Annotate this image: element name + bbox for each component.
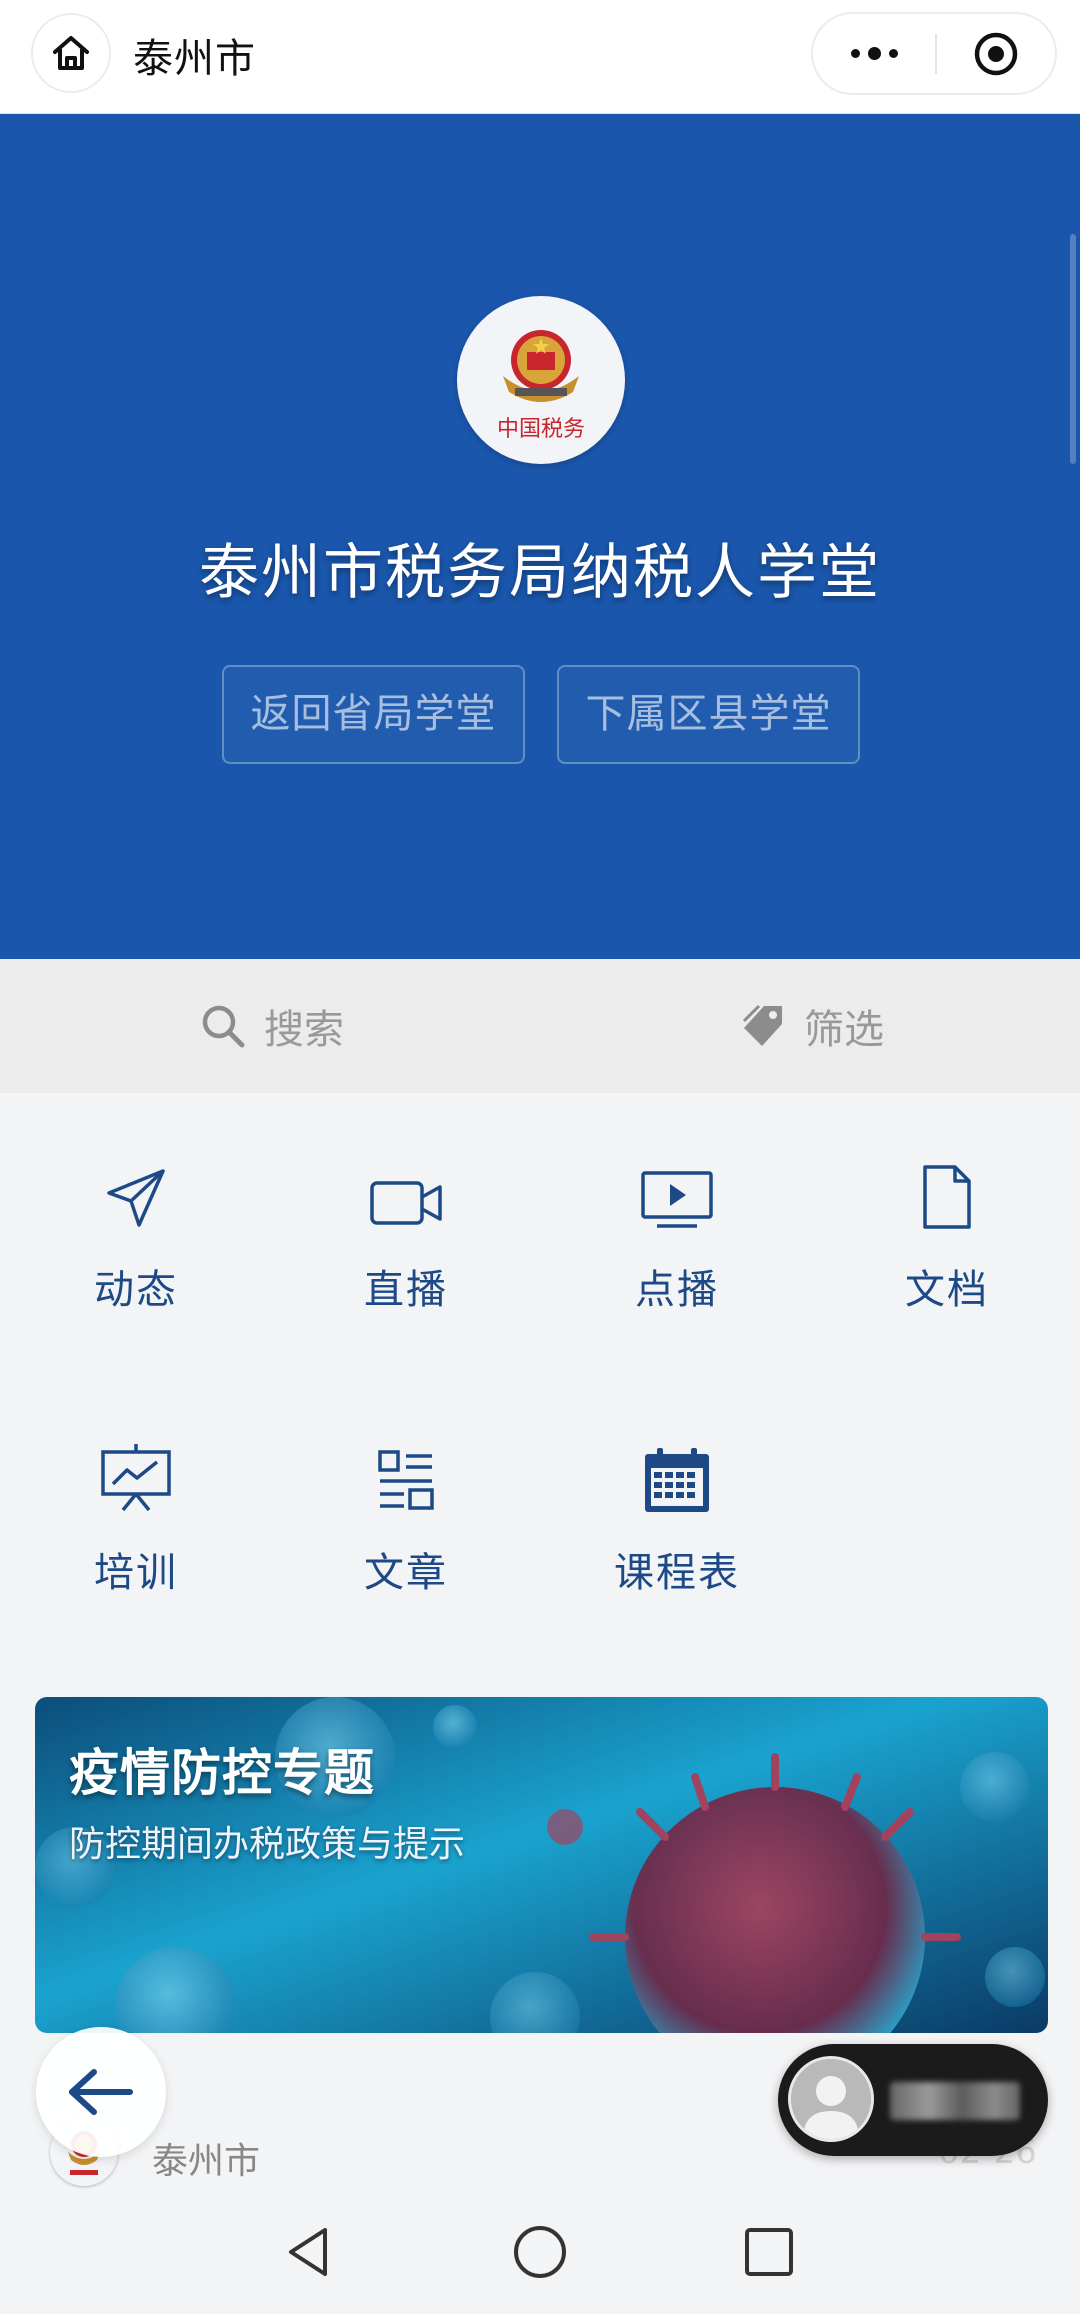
feature-menu: 动态 直播 点播 文档 培训 文章 课程表 [0,1093,1080,1660]
tax-emblem-logo: 中国税务 [457,296,625,464]
svg-text:中国税务: 中国税务 [497,417,585,442]
search-button[interactable]: 搜索 [198,959,344,1093]
target-icon [974,32,1018,75]
circle-home-icon [514,2226,566,2278]
page-title: 泰州市 [133,36,256,82]
document-icon [923,1165,971,1229]
square-recents-icon [745,2228,793,2276]
more-button[interactable] [813,14,935,93]
menu-item-articles[interactable]: 文章 [306,1438,506,1598]
banner-title: 泰州市税务局纳税人学堂 [199,538,881,608]
menu-label: 文档 [905,1267,989,1313]
epidemic-topic-banner[interactable]: 疫情防控专题 防控期间办税政策与提示 [35,1697,1048,2033]
menu-label: 动态 [94,1267,178,1313]
nav-recents-button[interactable] [729,2212,809,2292]
presentation-icon [101,1444,171,1512]
feed-author-name: 泰州市 [152,2141,261,2182]
scrollbar[interactable] [1070,234,1076,464]
top-bar: 泰州市 [0,0,1080,114]
send-icon [107,1169,165,1227]
menu-item-news[interactable]: 动态 [36,1155,236,1315]
menu-label: 培训 [94,1550,178,1596]
menu-item-vod[interactable]: 点播 [577,1155,777,1315]
search-label: 搜索 [264,1007,344,1053]
district-academy-button[interactable]: 下属区县学堂 [557,665,860,764]
user-silhouette-icon [791,2059,871,2139]
more-dots-icon [850,47,898,60]
arrow-left-icon [69,2069,133,2115]
menu-label: 点播 [635,1267,719,1313]
close-program-button[interactable] [937,14,1055,93]
video-camera-icon [370,1181,442,1225]
user-avatar [788,2056,874,2142]
promo-title: 疫情防控专题 [69,1744,375,1802]
filter-label: 筛选 [804,1007,884,1053]
triangle-back-icon [289,2228,327,2276]
menu-label: 文章 [364,1550,448,1596]
menu-item-training[interactable]: 培训 [36,1438,236,1598]
menu-label: 直播 [364,1267,448,1313]
menu-item-live[interactable]: 直播 [306,1155,506,1315]
user-profile-pill[interactable] [778,2044,1048,2156]
nav-back-button[interactable] [269,2212,349,2292]
floating-back-button[interactable] [36,2027,166,2157]
calendar-icon [645,1448,709,1512]
menu-item-schedule[interactable]: 课程表 [577,1438,777,1598]
menu-item-docs[interactable]: 文档 [847,1155,1047,1315]
home-button[interactable] [31,13,111,93]
filter-button[interactable]: 筛选 [740,959,884,1093]
search-icon [202,1005,245,1048]
menu-label: 课程表 [614,1550,740,1596]
tag-icon [742,1004,782,1046]
blurred-username [890,2082,1020,2120]
home-icon [53,36,89,70]
promo-subtitle: 防控期间办税政策与提示 [69,1824,466,1865]
article-icon [378,1450,434,1510]
play-screen-icon [641,1171,713,1228]
header-banner: 中国税务 泰州市税务局纳税人学堂 返回省局学堂 下属区县学堂 [0,114,1080,959]
mini-program-capsule [811,12,1057,95]
back-to-province-button[interactable]: 返回省局学堂 [222,665,525,764]
nav-home-button[interactable] [500,2212,580,2292]
system-navigation-bar [0,2190,1080,2314]
search-filter-bar: 搜索 筛选 [0,959,1080,1093]
